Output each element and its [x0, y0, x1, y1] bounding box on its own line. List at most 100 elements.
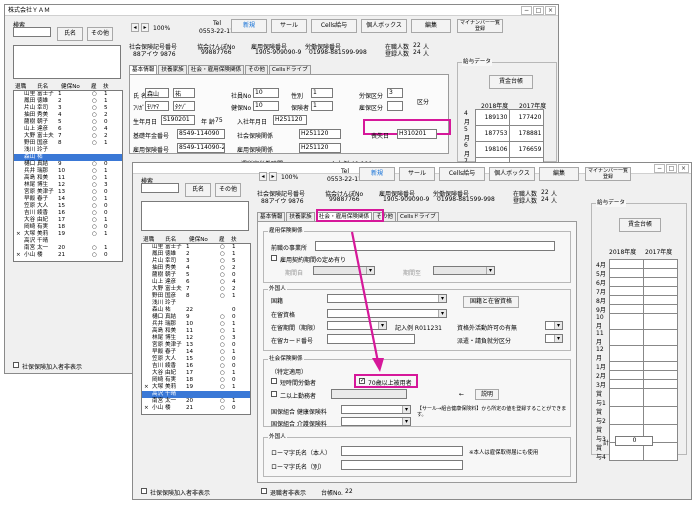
- salary-cell[interactable]: [642, 259, 678, 269]
- salary-cell-b[interactable]: 176659: [508, 141, 544, 158]
- kiso[interactable]: 8549-114090: [177, 129, 225, 139]
- list-item[interactable]: 抽田 秀美 4 ○ 2: [142, 265, 250, 272]
- salary-cell[interactable]: [642, 268, 678, 278]
- salary-cell-a[interactable]: 198106: [474, 141, 510, 158]
- kenkou-select[interactable]: [341, 405, 411, 414]
- minimize-button[interactable]: −: [521, 6, 532, 15]
- zairyu-shikaku-select[interactable]: [327, 309, 447, 318]
- salary-cell[interactable]: [608, 295, 644, 305]
- salary-cell[interactable]: [642, 295, 678, 305]
- list-item[interactable]: 吉川 綾香 16 ○ 0: [14, 210, 122, 217]
- list-item[interactable]: 野田 国彦 8 ○ 1: [14, 140, 122, 147]
- kaigo-select[interactable]: [341, 417, 411, 426]
- shutoku2[interactable]: H251120: [299, 143, 341, 153]
- list-item[interactable]: 林尾 博生 12 ○ 3: [142, 335, 250, 342]
- list-item[interactable]: 抽田 秀美 4 ○ 2: [14, 112, 122, 119]
- salary-cell[interactable]: [608, 345, 644, 362]
- salary-cell[interactable]: [608, 313, 644, 330]
- list-item[interactable]: 吉川 綾香 16 ○ 0: [142, 363, 250, 370]
- salary-cell-b[interactable]: 177420: [508, 109, 544, 126]
- tab-0[interactable]: 基本情報: [129, 65, 158, 74]
- salary-cell[interactable]: [642, 370, 678, 380]
- tab-2[interactable]: 社会・雇用保険関係: [187, 65, 245, 74]
- name-kanji[interactable]: 森山: [145, 88, 169, 98]
- tab-4[interactable]: Cellsドライブ: [268, 65, 311, 74]
- kana2[interactable]: ﾀｸｿﾞ: [173, 101, 195, 111]
- nijigyo-input[interactable]: [331, 389, 407, 399]
- salary-cell[interactable]: [642, 345, 678, 362]
- salary-cell[interactable]: [642, 313, 678, 330]
- list-item[interactable]: 岡崎 有実 18 ○ 0: [142, 377, 250, 384]
- close-button-front[interactable]: ×: [678, 164, 689, 173]
- koho[interactable]: [387, 101, 403, 111]
- list-item[interactable]: 高沢 千晴: [142, 391, 250, 398]
- chingin-daicho-button[interactable]: 賃金台帳: [489, 75, 533, 89]
- search-name-button-front[interactable]: 氏名: [185, 183, 211, 197]
- list-item[interactable]: 南宮 太一 20 ○ 1: [142, 398, 250, 405]
- list-item[interactable]: 笠原 大人 15 ○ 0: [142, 356, 250, 363]
- shutoku3[interactable]: H310201: [397, 129, 437, 139]
- kana[interactable]: ﾓﾘﾔﾏ: [145, 101, 169, 111]
- salary-cell[interactable]: [608, 370, 644, 380]
- list-item[interactable]: × 大塚 美莉 19 ○ 1: [142, 384, 250, 391]
- tab-0[interactable]: 基本情報: [257, 212, 286, 221]
- toolbar-button-3[interactable]: 個人ボックス: [361, 19, 407, 33]
- maximize-button[interactable]: □: [533, 6, 544, 15]
- list-item[interactable]: 山里 富士子 1 ○ 1: [14, 91, 122, 98]
- list-item[interactable]: 森山 祐: [14, 154, 122, 161]
- list-item[interactable]: 山里 富士子 1 ○ 1: [142, 244, 250, 251]
- list-item[interactable]: 大谷 由紀 17 ○ 1: [142, 370, 250, 377]
- salary-cell[interactable]: [608, 286, 644, 296]
- toolbar-button-5[interactable]: マイナンバー一覧登録: [457, 19, 503, 33]
- nijigyo-checkbox[interactable]: [271, 391, 277, 397]
- toolbar-button-4[interactable]: 編集: [411, 19, 451, 33]
- search-other-button-front[interactable]: その他: [215, 183, 241, 197]
- list-item[interactable]: 片山 幸司 3 ○ 5: [14, 105, 122, 112]
- birth[interactable]: S190201: [161, 115, 195, 125]
- search-results-box[interactable]: [13, 45, 121, 79]
- tab-1[interactable]: 扶養家族: [158, 65, 187, 74]
- romaji2-input[interactable]: [341, 460, 463, 470]
- salary-cell[interactable]: [642, 304, 678, 314]
- salary-cell[interactable]: [642, 406, 678, 425]
- list-item[interactable]: 笠原 大人 15 ○ 0: [14, 203, 122, 210]
- list-item[interactable]: 林尾 博生 12 ○ 3: [14, 182, 122, 189]
- romaji1-input[interactable]: [341, 446, 463, 456]
- tab-1[interactable]: 扶養家族: [286, 212, 315, 221]
- toolbar-button-3[interactable]: 個人ボックス: [489, 167, 535, 181]
- toolbar-button-1[interactable]: サール: [271, 19, 307, 33]
- list-item[interactable]: 浅川 玲子: [14, 147, 122, 154]
- salary-cell[interactable]: [642, 361, 678, 371]
- rouho[interactable]: 3: [387, 88, 403, 98]
- search-input-front[interactable]: [141, 183, 179, 193]
- nav-next-button-front[interactable]: ▸: [269, 172, 277, 181]
- tab-4[interactable]: Cellsドライブ: [396, 212, 439, 221]
- haken-select[interactable]: [545, 334, 563, 343]
- shikakugai-select[interactable]: [545, 321, 563, 330]
- list-item[interactable]: 大野 富士夫 7 ○ 2: [142, 286, 250, 293]
- list-item[interactable]: 鳳田 徳雄 2 ○ 1: [142, 251, 250, 258]
- salary-cell[interactable]: [608, 259, 644, 269]
- list-item[interactable]: 藺樹 朝子 5 ○ 0: [14, 119, 122, 126]
- salary-cell[interactable]: [608, 268, 644, 278]
- toolbar-button-0[interactable]: 新規: [359, 167, 395, 181]
- tanjikan-checkbox[interactable]: [271, 378, 277, 384]
- search-results-box-front[interactable]: [141, 201, 249, 231]
- list-item[interactable]: 兵井 瑞那 10 ○ 1: [142, 321, 250, 328]
- list-item[interactable]: 高島 和美 11 ○ 1: [14, 175, 122, 182]
- nav-first-button-front[interactable]: ◂: [259, 172, 267, 181]
- search-other-button[interactable]: その他: [87, 27, 113, 41]
- kikan-checkbox[interactable]: [271, 255, 277, 261]
- footer-checkbox[interactable]: [13, 362, 19, 368]
- list-item[interactable]: 樋口 真結 9 ○ 0: [142, 314, 250, 321]
- salary-cell-a[interactable]: 187753: [474, 125, 510, 142]
- name-kanji2[interactable]: 祐: [173, 88, 195, 98]
- toolbar-button-2[interactable]: Cells給与: [311, 19, 357, 33]
- tab-2[interactable]: 社会・雇用保険関係: [315, 212, 373, 221]
- nyusha[interactable]: H251120: [273, 115, 307, 125]
- salary-cell[interactable]: [608, 329, 644, 346]
- zairyu-kikan-select[interactable]: [327, 321, 387, 330]
- salary-cell[interactable]: [608, 277, 644, 287]
- nav-next-button[interactable]: ▸: [141, 23, 149, 32]
- list-item[interactable]: 浅川 玲子: [142, 300, 250, 307]
